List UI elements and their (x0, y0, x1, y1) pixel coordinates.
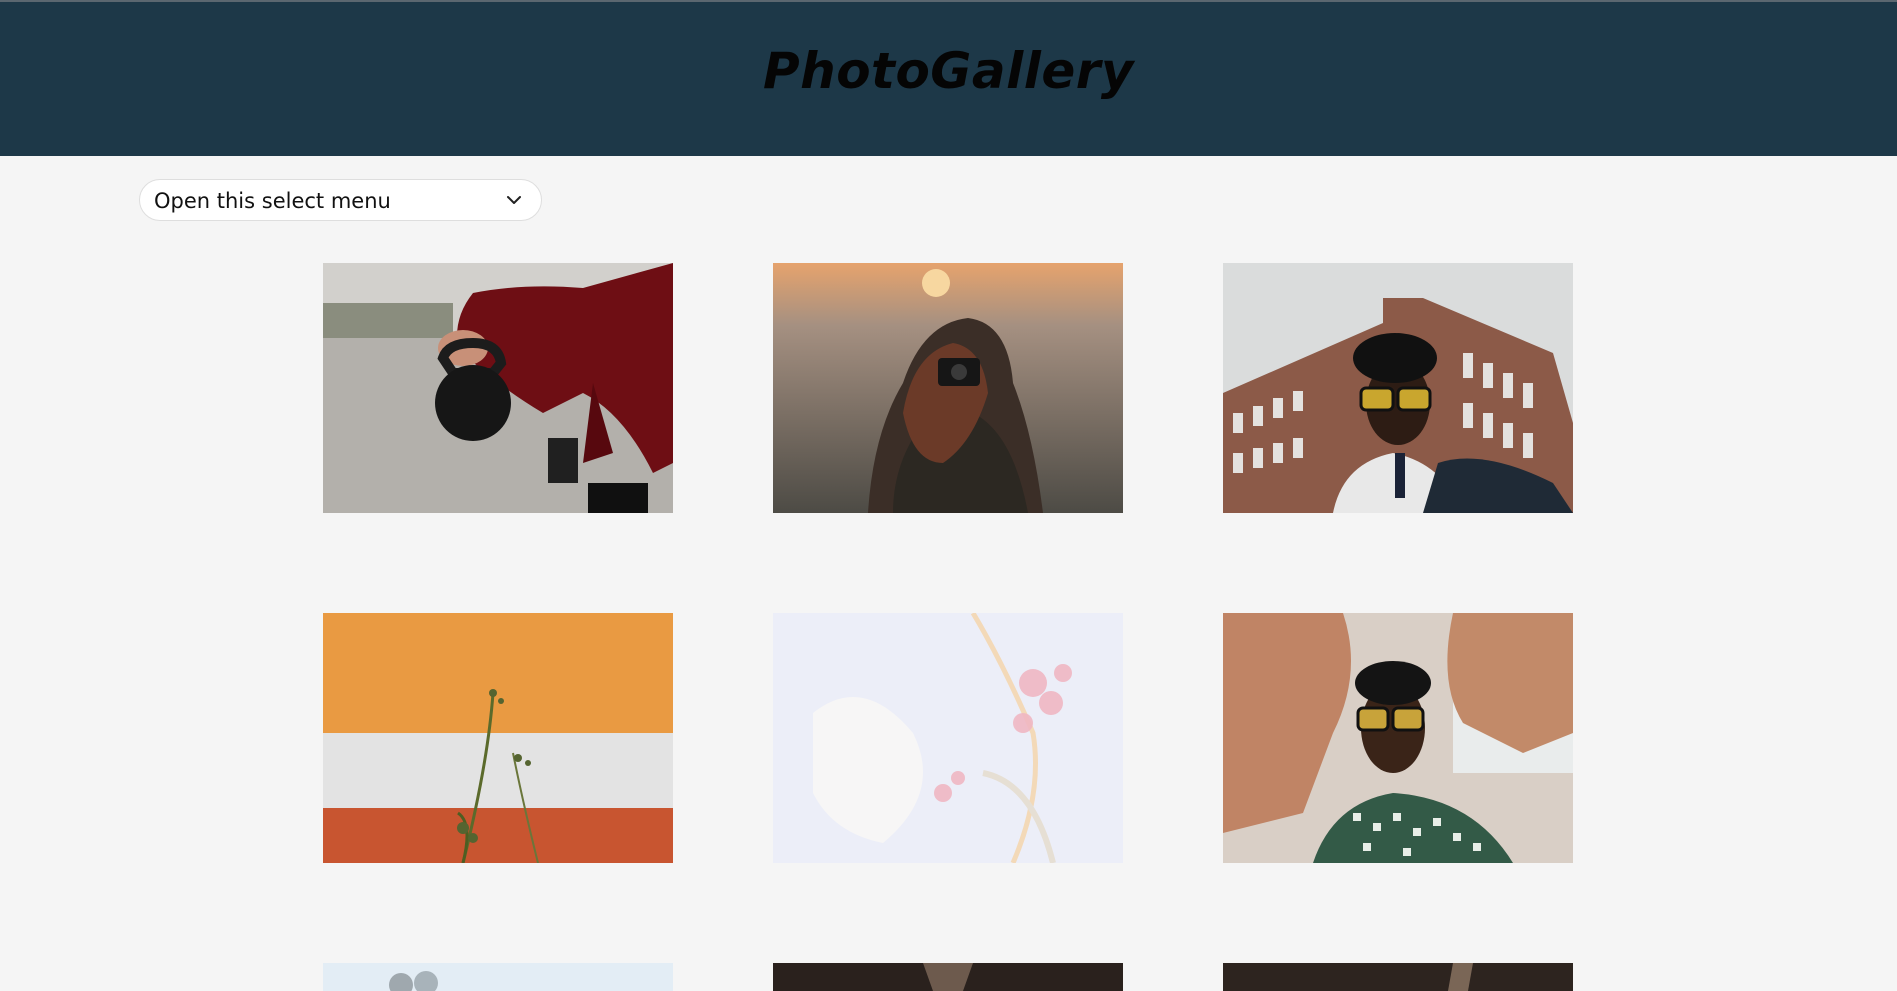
gallery-image-dark-2[interactable] (1223, 963, 1573, 991)
photo-brick-building (1223, 263, 1573, 513)
photo-camera-sunset (773, 263, 1123, 513)
gallery-image-striped-wall[interactable] (323, 613, 673, 863)
photo-kettlebell (323, 263, 673, 513)
photo-skates (323, 963, 673, 991)
gallery-image-dark-1[interactable] (773, 963, 1123, 991)
chevron-down-icon (507, 196, 521, 204)
gallery-image-skates[interactable] (323, 963, 673, 991)
filter-select[interactable]: Open this select menu (139, 179, 542, 221)
gallery-image-kettlebell[interactable] (323, 263, 673, 513)
gallery-image-camera-sunset[interactable] (773, 263, 1123, 513)
gallery-image-white-paint[interactable] (773, 613, 1123, 863)
site-header: PhotoGallery (0, 2, 1897, 156)
gallery-image-hands-frame[interactable] (1223, 613, 1573, 863)
photo-dark-1 (773, 963, 1123, 991)
select-value: Open this select menu (154, 189, 391, 213)
photo-dark-2 (1223, 963, 1573, 991)
photo-striped-wall (323, 613, 673, 863)
brand-title[interactable]: PhotoGallery (0, 42, 1897, 100)
photo-white-paint (773, 613, 1123, 863)
photo-hands-frame (1223, 613, 1573, 863)
gallery-image-brick-building[interactable] (1223, 263, 1573, 513)
